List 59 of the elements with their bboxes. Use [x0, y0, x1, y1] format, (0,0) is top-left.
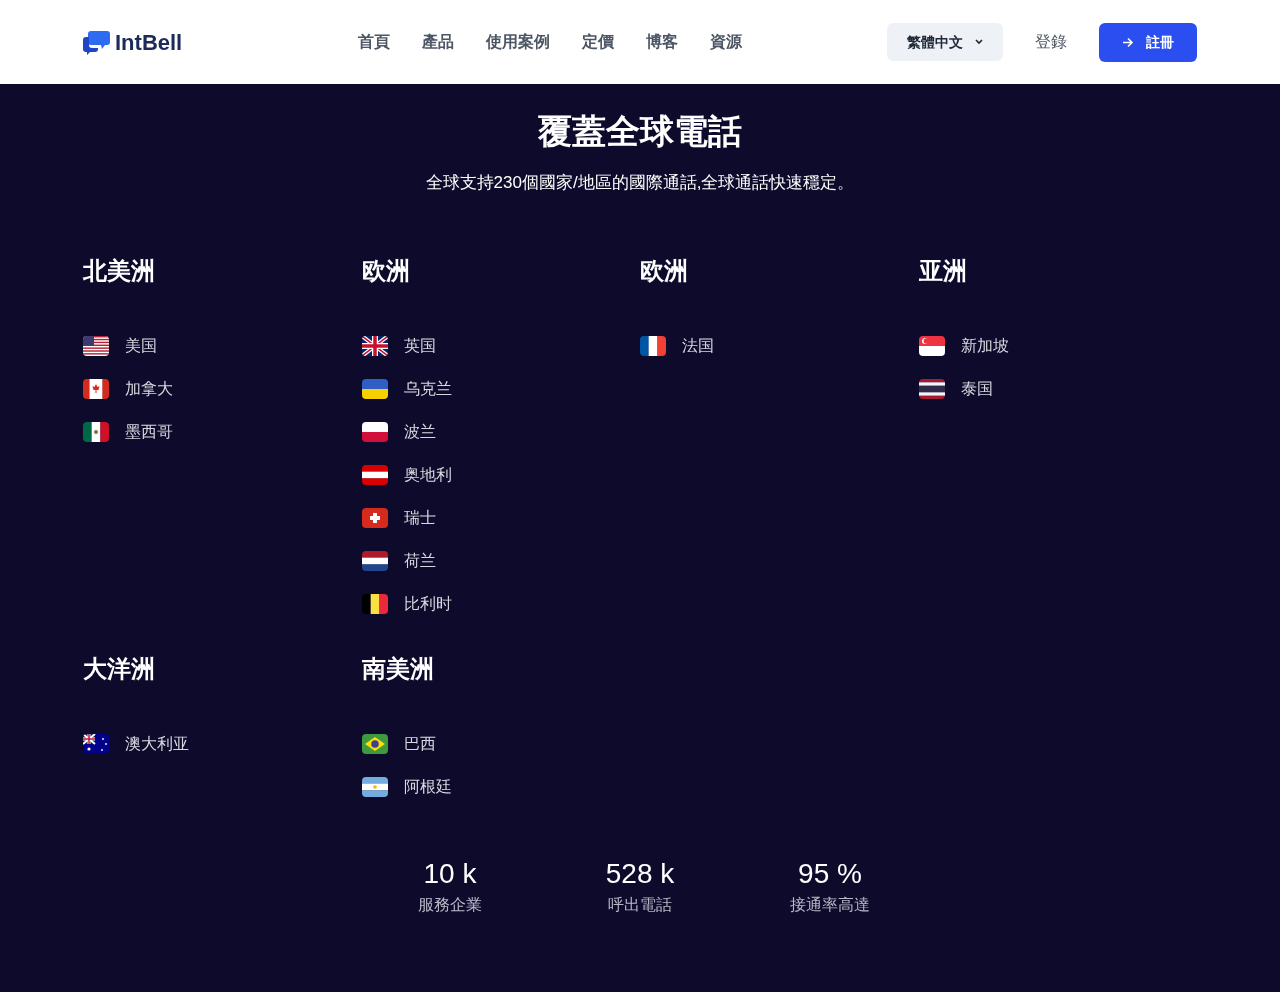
signup-button[interactable]: 註冊: [1099, 22, 1197, 62]
nav-link[interactable]: 使用案例: [486, 30, 550, 54]
country-name: 瑞士: [403, 507, 436, 528]
flag-icon: [640, 335, 666, 356]
region-heading: 欧洲: [361, 255, 410, 286]
nav-link[interactable]: 資源: [710, 30, 742, 54]
flag-icon: [361, 378, 388, 399]
stat-label: 服務企業: [418, 894, 482, 915]
chevron-down-icon: [975, 39, 983, 45]
stat-label: 呼出電話: [608, 894, 672, 915]
country-name: 加拿大: [125, 378, 173, 399]
country-name: 澳大利亚: [125, 733, 189, 754]
section-title: 覆蓋全球電話: [537, 111, 743, 152]
flag-icon: [361, 776, 388, 797]
stat-value: 95 %: [798, 856, 862, 891]
country-name: 乌克兰: [403, 378, 452, 399]
flag-icon: [361, 550, 388, 571]
logo-text[interactable]: IntBell: [115, 25, 183, 59]
stat-label: 接通率高達: [790, 894, 870, 915]
country-name: 比利时: [403, 593, 452, 614]
region-heading: 亚洲: [918, 255, 967, 286]
flag-icon: [83, 733, 109, 754]
country-name: 英国: [403, 335, 436, 356]
country-name: 墨西哥: [125, 421, 173, 442]
arrow-right-icon: [1122, 36, 1134, 48]
flag-icon: [83, 421, 109, 442]
section-subtitle: 全球支持230個國家/地區的國際通話,全球通話快速穩定。: [424, 172, 856, 194]
flag-icon: [83, 378, 109, 399]
language-selector[interactable]: 繁體中文: [887, 23, 1003, 61]
flag-icon: [361, 464, 388, 485]
country-name: 美国: [125, 335, 157, 356]
stat-value: 528 k: [605, 856, 675, 891]
flag-icon: [918, 378, 945, 399]
flag-icon: [361, 335, 388, 356]
country-name: 阿根廷: [403, 776, 452, 797]
flag-icon: [361, 733, 388, 754]
nav-link[interactable]: 產品: [422, 30, 454, 54]
country-name: 奥地利: [403, 464, 452, 485]
flag-icon: [361, 593, 388, 614]
nav-link[interactable]: 首頁: [358, 30, 390, 54]
country-name: 荷兰: [403, 550, 436, 571]
flag-icon: [918, 335, 945, 356]
country-name: 新加坡: [960, 335, 1009, 356]
country-name: 波兰: [403, 421, 436, 442]
nav-link[interactable]: 定價: [582, 30, 614, 54]
country-name: 泰国: [960, 378, 993, 399]
stat-value: 10 k: [423, 856, 477, 891]
login-link[interactable]: 登錄: [1035, 30, 1067, 54]
country-name: 法国: [682, 335, 714, 356]
region-heading: 南美洲: [361, 653, 434, 684]
flag-icon: [83, 335, 109, 356]
flag-icon: [361, 421, 388, 442]
nav-link[interactable]: 博客: [646, 30, 678, 54]
flag-icon: [361, 507, 388, 528]
region-heading: 欧洲: [640, 255, 688, 286]
country-name: 巴西: [403, 733, 436, 754]
region-heading: 大洋洲: [83, 653, 155, 684]
region-heading: 北美洲: [83, 255, 155, 286]
chat-bubbles-icon: [83, 29, 111, 55]
